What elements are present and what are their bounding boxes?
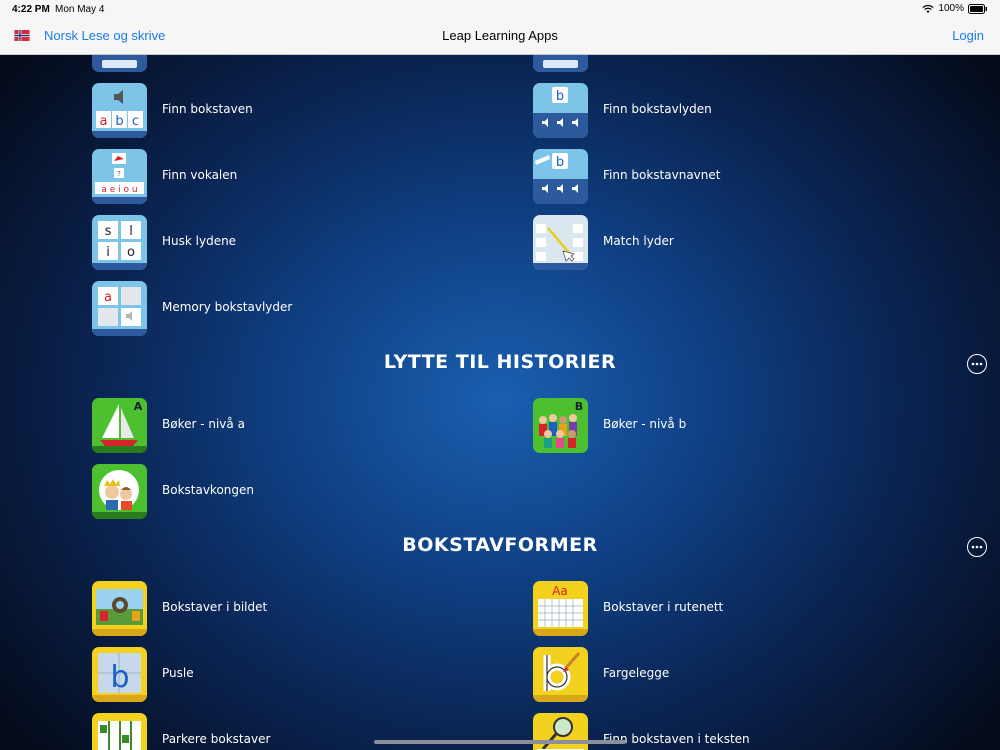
app-label: Bøker - nivå b <box>603 417 687 431</box>
letter-name-icon: b <box>533 149 588 204</box>
svg-text:?: ? <box>117 170 121 178</box>
svg-text:l: l <box>129 224 133 239</box>
svg-text:s: s <box>105 224 112 239</box>
svg-text:b: b <box>556 155 564 170</box>
app-label: Finn bokstaven i teksten <box>603 732 750 746</box>
wifi-icon <box>922 4 934 13</box>
memory-sound-icon: a <box>92 281 147 336</box>
more-options-button[interactable] <box>967 537 987 557</box>
svg-text:c: c <box>132 114 139 129</box>
navigation-bar: Norsk Lese og skrive Leap Learning Apps … <box>0 20 1000 55</box>
app-label: Bøker - nivå a <box>162 417 245 431</box>
children-book-icon: B <box>533 398 588 453</box>
app-label: Finn vokalen <box>162 168 238 182</box>
more-icon <box>971 545 983 549</box>
app-item-husk-lydene[interactable]: s l i o Husk lydene <box>92 215 492 271</box>
battery-percent: 100% <box>938 3 964 14</box>
app-item-boker-niva-b[interactable]: B Bøker - nivå b <box>533 398 933 454</box>
app-item-bokstavkongen[interactable]: Bokstavkongen <box>92 464 492 520</box>
more-icon <box>971 362 983 366</box>
letter-b-sound-icon: b <box>533 83 588 138</box>
coloring-icon <box>533 647 588 702</box>
app-label: Pusle <box>162 666 194 680</box>
app-label: Parkere bokstaver <box>162 732 271 746</box>
app-label: Finn bokstaven <box>162 102 253 116</box>
home-indicator[interactable] <box>374 740 626 744</box>
app-label: Finn bokstavlyden <box>603 102 712 116</box>
app-item-finn-bokstaven[interactable]: a b c Finn bokstaven <box>92 83 492 139</box>
memory-letters-icon: s l i o <box>92 215 147 270</box>
magnifier-text-icon <box>533 713 588 750</box>
app-item-finn-bokstaven-i-teksten[interactable]: Finn bokstaven i teksten <box>533 713 933 750</box>
svg-text:b: b <box>556 89 564 104</box>
svg-text:a: a <box>100 114 108 129</box>
app-label: Husk lydene <box>162 234 237 248</box>
letter-grid-icon: Aa <box>533 581 588 636</box>
status-bar: 4:22 PM Mon May 4 100% <box>0 0 1000 20</box>
app-item-bokstaver-i-rutenett[interactable]: Aa Bokstaver i rutenett <box>533 581 933 637</box>
svg-text:b: b <box>115 114 123 129</box>
status-date: Mon May 4 <box>55 4 105 15</box>
sailboat-book-icon: A <box>92 398 147 453</box>
app-label: Bokstavkongen <box>162 483 255 497</box>
app-item-boker-niva-a[interactable]: A Bøker - nivå a <box>92 398 492 454</box>
vowel-icon: ? a e i o u <box>92 149 147 204</box>
picture-letters-icon <box>92 581 147 636</box>
section-title-stories: LYTTE TIL HISTORIER <box>383 351 617 373</box>
app-item-fargelegge[interactable]: Fargelegge <box>533 647 933 703</box>
status-right: 100% <box>922 3 988 14</box>
app-item-memory-bokstavlyder[interactable]: a Memory bokstavlyder <box>92 281 492 337</box>
page-title: Leap Learning Apps <box>442 28 558 43</box>
app-item-parkere-bokstaver[interactable]: Parkere bokstaver <box>92 713 492 750</box>
parking-icon <box>92 713 147 750</box>
app-item-match-lyder[interactable]: Match lyder <box>533 215 933 271</box>
app-item-bokstaver-i-bildet[interactable]: Bokstaver i bildet <box>92 581 492 637</box>
match-sounds-icon <box>533 215 588 270</box>
app-item-finn-bokstavnavnet[interactable]: b Finn bokstavnavnet <box>533 149 933 205</box>
svg-text:A: A <box>134 400 143 413</box>
more-options-button[interactable] <box>967 354 987 374</box>
abc-sound-icon: a b c <box>92 83 147 138</box>
app-label: Finn bokstavnavnet <box>603 168 721 182</box>
login-button[interactable]: Login <box>952 28 984 43</box>
app-item-pusle[interactable]: b Pusle <box>92 647 492 703</box>
svg-text:a: a <box>104 290 112 305</box>
app-item-finn-bokstavlyden[interactable]: b Finn bokstavlyden <box>533 83 933 139</box>
svg-text:b: b <box>110 660 129 695</box>
partial-app-icon-left[interactable] <box>92 55 147 72</box>
svg-text:a e i o u: a e i o u <box>101 185 137 195</box>
svg-text:o: o <box>127 245 135 260</box>
app-list: a b c Finn bokstaven b Finn bokstavlyden… <box>0 55 1000 750</box>
app-label: Match lyder <box>603 234 674 248</box>
section-title-letter-shapes: BOKSTAVFORMER <box>402 534 598 556</box>
svg-text:B: B <box>575 400 583 413</box>
puzzle-icon: b <box>92 647 147 702</box>
svg-text:Aa: Aa <box>552 584 568 598</box>
battery-icon <box>968 3 987 14</box>
king-icon <box>92 464 147 519</box>
svg-text:i: i <box>106 245 110 260</box>
status-time: 4:22 PM <box>12 4 50 15</box>
partial-app-icon-right[interactable] <box>533 55 588 72</box>
app-label: Bokstaver i bildet <box>162 600 268 614</box>
app-item-finn-vokalen[interactable]: ? a e i o u Finn vokalen <box>92 149 492 205</box>
app-label: Memory bokstavlyder <box>162 300 293 314</box>
app-label: Fargelegge <box>603 666 670 680</box>
app-label: Bokstaver i rutenett <box>603 600 724 614</box>
